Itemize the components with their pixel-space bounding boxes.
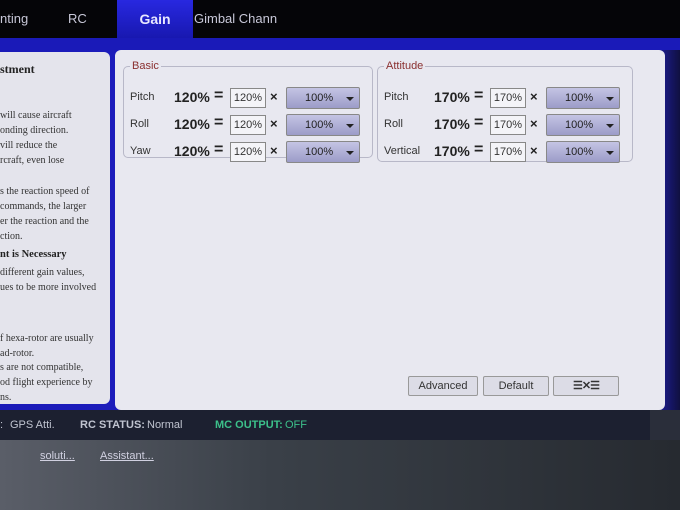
basic-title: Basic xyxy=(132,60,159,72)
help-text-line: commands, the larger xyxy=(0,201,87,212)
multiplier-dropdown[interactable]: 100% xyxy=(546,87,620,109)
advanced-button[interactable]: Advanced xyxy=(408,376,478,396)
gain-row-roll: Roll 170% = 170% × 100% xyxy=(378,113,632,137)
chevron-down-icon xyxy=(346,124,354,128)
times-sign: × xyxy=(530,143,538,158)
help-text-line: nt is Necessary xyxy=(0,249,67,260)
basic-group: Basic Pitch 120% = 120% × 100% Roll 120% … xyxy=(123,60,373,163)
tab-rc[interactable]: RC xyxy=(68,0,98,38)
help-text-line: ues to be more involved xyxy=(0,282,97,293)
total-gain: 120% xyxy=(174,143,210,159)
base-gain-input[interactable]: 170% xyxy=(490,142,526,162)
chevron-down-icon xyxy=(606,97,614,101)
base-gain-input[interactable]: 120% xyxy=(230,115,266,135)
equals-sign: = xyxy=(474,141,484,158)
base-gain-input[interactable]: 120% xyxy=(230,142,266,162)
equals-sign: = xyxy=(474,114,484,131)
equals-sign: = xyxy=(214,141,224,158)
gain-label: Vertical xyxy=(384,145,421,157)
tab-bar: nting RC Gain Gimbal Chann xyxy=(0,0,680,38)
gain-label: Roll xyxy=(384,118,403,130)
swap-button[interactable]: ☰✕☰ xyxy=(553,376,619,396)
multiplier-dropdown[interactable]: 100% xyxy=(286,87,360,109)
gain-label: Pitch xyxy=(384,91,409,103)
gain-label: Roll xyxy=(130,118,149,130)
equals-sign: = xyxy=(474,87,484,104)
help-text-line: s are not compatible, xyxy=(0,362,84,373)
tab-underline xyxy=(0,38,680,50)
chevron-down-icon xyxy=(606,151,614,155)
gain-row-yaw: Yaw 120% = 120% × 100% xyxy=(124,140,372,164)
times-sign: × xyxy=(270,143,278,158)
total-gain: 120% xyxy=(174,89,210,105)
equals-sign: = xyxy=(214,114,224,131)
chevron-down-icon xyxy=(346,97,354,101)
default-button[interactable]: Default xyxy=(483,376,549,396)
base-gain-input[interactable]: 120% xyxy=(230,88,266,108)
times-sign: × xyxy=(530,89,538,104)
swap-arrows-icon: ☰✕☰ xyxy=(573,380,600,392)
status-bar: : GPS Atti. RC STATUS: Normal MC OUTPUT:… xyxy=(0,410,650,440)
help-text-line: ad-rotor. xyxy=(0,348,35,359)
times-sign: × xyxy=(270,89,278,104)
help-text-line: er the reaction and the xyxy=(0,216,89,227)
link-solutions[interactable]: soluti... xyxy=(40,450,75,462)
total-gain: 170% xyxy=(434,143,470,159)
tab-mounting[interactable]: nting xyxy=(0,0,50,38)
help-text-line: od flight experience by xyxy=(0,377,93,388)
total-gain: 170% xyxy=(434,89,470,105)
base-gain-input[interactable]: 170% xyxy=(490,115,526,135)
rc-status-label: RC STATUS: xyxy=(80,419,145,431)
help-text-line: ction. xyxy=(0,231,23,242)
gain-label: Yaw xyxy=(130,145,151,157)
mc-output-value: OFF xyxy=(285,419,307,431)
gain-row-pitch: Pitch 120% = 120% × 100% xyxy=(124,86,372,110)
multiplier-dropdown[interactable]: 100% xyxy=(546,114,620,136)
gain-panel: Basic Pitch 120% = 120% × 100% Roll 120% … xyxy=(115,50,665,410)
help-text-line: vill reduce the xyxy=(0,140,58,151)
help-panel: stment will cause aircraft onding directio… xyxy=(0,52,110,404)
equals-sign: = xyxy=(214,87,224,104)
multiplier-dropdown[interactable]: 100% xyxy=(286,114,360,136)
total-gain: 170% xyxy=(434,116,470,132)
rc-status-value: Normal xyxy=(147,419,183,431)
gain-label: Pitch xyxy=(130,91,155,103)
help-text-line: will cause aircraft xyxy=(0,110,72,121)
times-sign: × xyxy=(270,116,278,131)
help-text-line: rcraft, even lose xyxy=(0,155,65,166)
attitude-title: Attitude xyxy=(386,60,424,72)
help-text-line: f hexa-rotor are usually xyxy=(0,333,94,344)
times-sign: × xyxy=(530,116,538,131)
tab-gimbal-channel[interactable]: Gimbal Chann xyxy=(194,0,284,38)
chevron-down-icon xyxy=(606,124,614,128)
mode-value: GPS Atti. xyxy=(10,419,55,431)
attitude-group: Attitude Pitch 170% = 170% × 100% Roll 17… xyxy=(377,60,633,164)
help-text-line: ns. xyxy=(0,392,12,403)
tab-gain[interactable]: Gain xyxy=(117,0,193,38)
total-gain: 120% xyxy=(174,116,210,132)
chevron-down-icon xyxy=(346,151,354,155)
help-text-line: stment xyxy=(0,62,35,76)
help-text-line: onding direction. xyxy=(0,125,69,136)
help-text-line: s the reaction speed of xyxy=(0,186,90,197)
link-assistant[interactable]: Assistant... xyxy=(100,450,154,462)
mc-output-label: MC OUTPUT: xyxy=(215,419,283,431)
gain-row-pitch: Pitch 170% = 170% × 100% xyxy=(378,86,632,110)
help-text-line: different gain values, xyxy=(0,267,85,278)
gain-row-vertical: Vertical 170% = 170% × 100% xyxy=(378,140,632,164)
multiplier-dropdown[interactable]: 100% xyxy=(546,141,620,163)
desktop-background: soluti... Assistant... xyxy=(0,440,680,510)
multiplier-dropdown[interactable]: 100% xyxy=(286,141,360,163)
gain-row-roll: Roll 120% = 120% × 100% xyxy=(124,113,372,137)
base-gain-input[interactable]: 170% xyxy=(490,88,526,108)
